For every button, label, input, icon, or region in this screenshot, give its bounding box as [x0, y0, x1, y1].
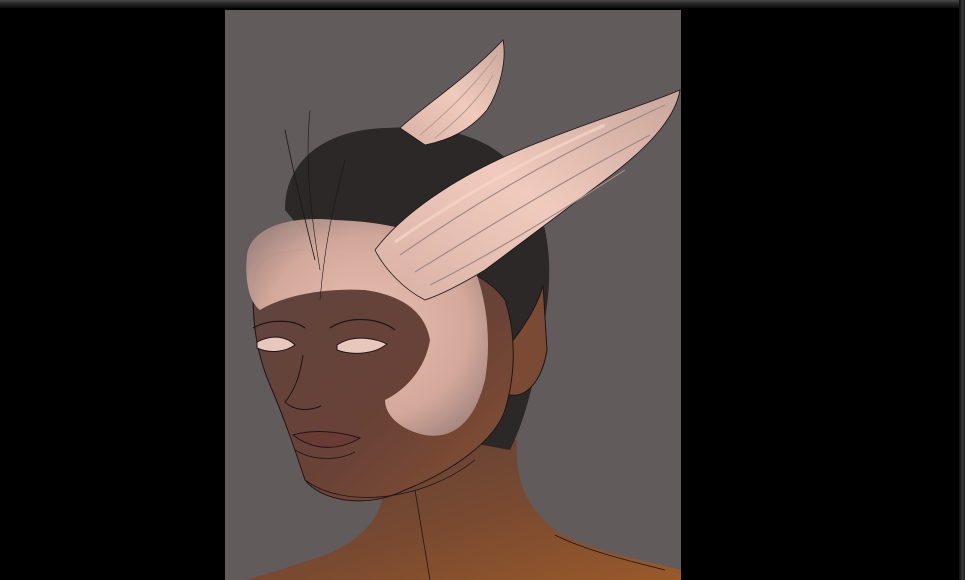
- artwork-canvas[interactable]: [225, 10, 681, 580]
- painting-winged-helmet-portrait: [225, 10, 681, 580]
- app-window: [0, 0, 965, 580]
- window-top-border: [0, 0, 965, 8]
- window-right-border: [959, 0, 965, 580]
